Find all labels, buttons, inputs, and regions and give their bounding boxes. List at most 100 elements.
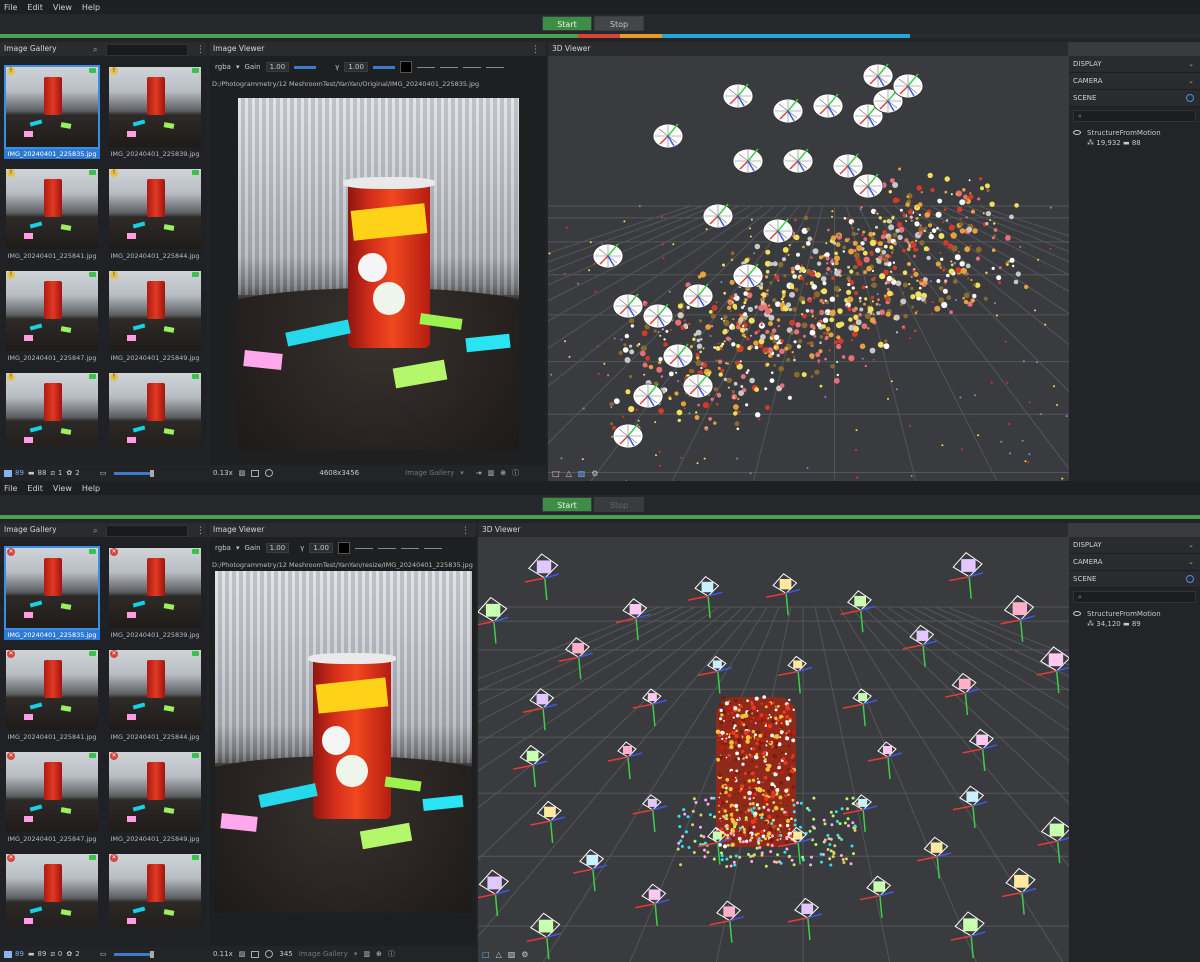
gallery-thumbnail[interactable]: ✕ IMG_20240401_225847.jpg [4,749,100,847]
info-icon[interactable] [1186,575,1194,583]
menu-view[interactable]: View [53,3,72,12]
thumbnail-size-slider[interactable] [114,469,155,477]
stop-button[interactable]: Stop [594,497,644,512]
start-button[interactable]: Start [542,16,592,31]
image-display[interactable] [238,98,519,450]
3d-scene-canvas[interactable] [548,56,1069,481]
gallery-thumbnail[interactable]: ! [107,370,203,446]
background-color-swatch[interactable] [399,61,412,73]
info-icon[interactable] [1186,94,1194,102]
gear-icon[interactable]: ⚙ [521,950,528,959]
3d-scene-canvas[interactable] [478,537,1069,962]
gallery-thumbnail[interactable]: ! IMG_20240401_225839.jpg [107,64,203,162]
channel-select[interactable]: rgba [215,63,231,71]
3d-viewer-panel[interactable]: 3D Viewer □ △ ▨ ⚙ DISPLAY ⌄ CAMERA ⌄ SCENE… [478,523,1200,962]
gamma-field[interactable]: 1.00 [344,62,368,72]
search-icon[interactable]: ⌕ [93,45,97,55]
grid-icon[interactable]: ▨ [578,469,586,478]
gallery-thumbnail[interactable]: ✕ IMG_20240401_225849.jpg [107,749,203,847]
gallery-thumbnail[interactable]: ! IMG_20240401_225847.jpg [4,268,100,366]
gallery-thumbnail[interactable]: ✕ IMG_20240401_225841.jpg [4,647,100,745]
cameras-filter[interactable]: ▬ 89 [28,950,47,958]
more-options-icon[interactable]: ⋮ [196,526,205,536]
scene-search-input[interactable]: ⌕ [1073,591,1196,603]
frame-icon[interactable] [251,950,260,958]
gear-icon[interactable]: ⚙ [591,469,598,478]
gamma-field[interactable]: 1.00 [309,543,333,553]
rejected-filter[interactable]: ⧄ 1 [50,469,62,478]
thumbnail-size-slider[interactable] [114,950,155,958]
images-filter[interactable]: 89 [4,469,24,477]
lens-icon[interactable] [265,950,274,958]
camera-section[interactable]: CAMERA ⌄ [1069,73,1200,90]
gallery-thumbnail[interactable]: ! [4,370,100,446]
grid-icon[interactable]: ▨ [508,950,516,959]
rig-filter[interactable]: ✿ 2 [66,950,79,958]
histogram-icon[interactable]: ▥ [363,950,370,958]
image-display[interactable] [215,571,472,913]
scene-node-item[interactable]: StructureFromMotion ⁂ 19,932 ▬ 88 [1069,128,1200,148]
export-icon[interactable]: ⇥ [476,469,482,477]
menu-edit[interactable]: Edit [27,484,43,493]
menu-edit[interactable]: Edit [27,3,43,12]
menu-file[interactable]: File [4,3,17,12]
triangle-icon[interactable]: △ [496,950,502,959]
gallery-thumbnail[interactable]: ! IMG_20240401_225835.jpg [4,64,100,162]
gallery-thumbnail[interactable]: ✕ IMG_20240401_225844.jpg [107,647,203,745]
bbox-icon[interactable]: □ [552,469,560,478]
search-icon[interactable]: ⌕ [93,526,97,536]
visibility-eye-icon[interactable] [1073,130,1081,135]
background-color-swatch[interactable] [337,542,350,554]
hatch-icon[interactable]: ▨ [239,950,246,958]
triangle-icon[interactable]: △ [566,469,572,478]
display-section[interactable]: DISPLAY ⌄ [1069,537,1200,554]
gain-field[interactable]: 1.00 [265,62,290,72]
gallery-search-input[interactable] [106,525,188,537]
images-filter[interactable]: 89 [4,950,24,958]
rig-filter[interactable]: ✿ 2 [66,469,79,477]
bbox-icon[interactable]: □ [482,950,490,959]
hatch-icon[interactable]: ▨ [239,469,246,477]
display-section[interactable]: DISPLAY ⌄ [1069,56,1200,73]
start-button[interactable]: Start [542,497,592,512]
gallery-thumbnail[interactable]: ✕IMG_20240401_225856.jpg [4,851,100,927]
more-options-icon[interactable]: ⋮ [196,45,205,55]
gallery-thumbnail[interactable]: ! IMG_20240401_225849.jpg [107,268,203,366]
gain-field[interactable]: 1.00 [265,543,290,553]
menu-file[interactable]: File [4,484,17,493]
globe-icon[interactable]: ⊕ [376,950,382,958]
gallery-thumbnail[interactable]: ! IMG_20240401_225844.jpg [107,166,203,264]
gallery-thumbnail[interactable]: ✕ IMG_20240401_225839.jpg [107,545,203,643]
menu-view[interactable]: View [53,484,72,493]
menu-help[interactable]: Help [82,3,100,12]
gallery-thumbnail[interactable]: ✕ IMG_20240401_225835.jpg [4,545,100,643]
histogram-icon[interactable]: ▥ [488,469,495,477]
gallery-thumbnail[interactable]: ✕IMG_20240401_225902.jpg [107,851,203,927]
gamma-slider[interactable] [372,65,395,69]
gain-slider[interactable] [294,65,317,69]
scene-section[interactable]: SCENE [1069,90,1200,107]
cameras-filter[interactable]: ▬ 88 [28,469,47,477]
stop-button[interactable]: Stop [594,16,644,31]
more-options-icon[interactable]: ⋮ [531,45,540,55]
more-options-icon[interactable]: ⋮ [461,526,470,536]
image-source-select[interactable]: Image Gallery [299,950,348,958]
scene-search-input[interactable]: ⌕ [1073,110,1196,122]
info-icon[interactable]: ⓘ [388,949,395,959]
visibility-eye-icon[interactable] [1073,611,1081,616]
rejected-filter[interactable]: ⧄ 0 [50,950,62,959]
scene-section[interactable]: SCENE [1069,571,1200,588]
menu-help[interactable]: Help [82,484,100,493]
globe-icon[interactable]: ⊕ [500,469,506,477]
info-icon[interactable]: ⓘ [512,468,519,478]
gallery-thumbnail[interactable]: ! IMG_20240401_225841.jpg [4,166,100,264]
camera-section[interactable]: CAMERA ⌄ [1069,554,1200,571]
image-source-select[interactable]: Image Gallery [405,469,454,477]
frame-icon[interactable] [251,469,260,477]
scene-node-item[interactable]: StructureFromMotion ⁂ 34,120 ▬ 89 [1069,609,1200,629]
gallery-search-input[interactable] [106,44,188,56]
channel-select[interactable]: rgba [215,544,231,552]
cup-lid [308,652,396,664]
lens-icon[interactable] [265,469,274,477]
3d-viewer-panel[interactable]: 3D Viewer □ △ ▨ ⚙ DISPLAY ⌄ CAMERA ⌄ SCENE… [548,42,1200,481]
